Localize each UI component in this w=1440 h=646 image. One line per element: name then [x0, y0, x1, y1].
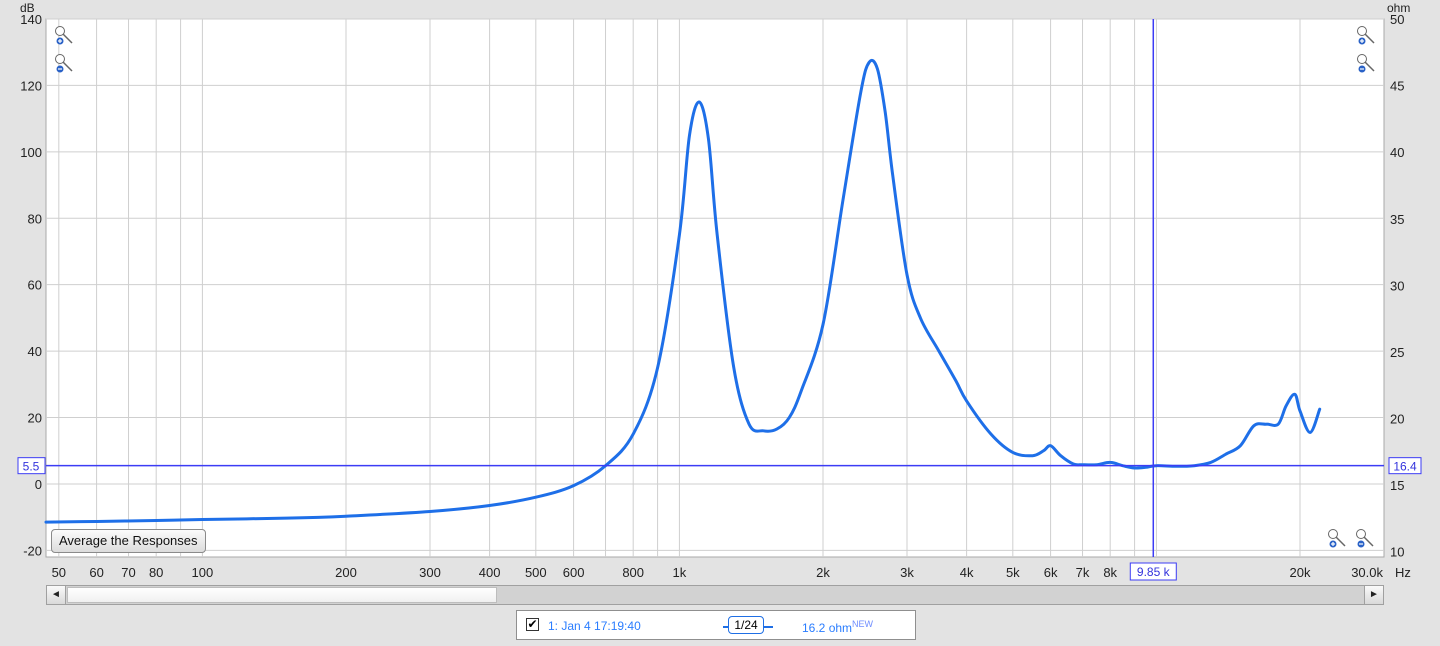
- cursor-x-label: 9.85 k: [1137, 565, 1171, 579]
- x-tick-label: 600: [563, 565, 585, 580]
- x-tick-label: 60: [89, 565, 103, 580]
- x-tick-label: 2k: [816, 565, 830, 580]
- x-tick-label: 20k: [1290, 565, 1311, 580]
- cursor-right-label: 16.4: [1393, 460, 1417, 474]
- x-unit-label: Hz: [1395, 565, 1411, 580]
- x-tick-label: 100: [192, 565, 214, 580]
- x-tick-label: 500: [525, 565, 547, 580]
- y-tick-label: 0: [35, 477, 42, 492]
- scroll-right-arrow-icon[interactable]: ►: [1364, 586, 1383, 604]
- y2-tick-label: 30: [1390, 278, 1404, 293]
- y-tick-label: 100: [20, 145, 42, 160]
- new-badge: NEW: [852, 619, 874, 629]
- x-tick-label: 800: [622, 565, 644, 580]
- y-tick-label: 20: [28, 411, 42, 426]
- x-tick-label: 50: [52, 565, 66, 580]
- scroll-left-arrow-icon[interactable]: ◄: [47, 586, 66, 604]
- y2-tick-label: 10: [1390, 545, 1404, 560]
- legend: ✔ 1: Jan 4 17:19:40 1/24 16.2 ohmNEW: [516, 610, 916, 640]
- y-tick-label: 120: [20, 78, 42, 93]
- x-tick-label: 200: [335, 565, 357, 580]
- y-right-unit-label: ohm: [1387, 1, 1410, 15]
- x-tick-label: 1k: [673, 565, 687, 580]
- cursor-left-label: 5.5: [23, 460, 40, 474]
- measurement-name[interactable]: 1: Jan 4 17:19:40: [548, 619, 641, 633]
- y2-tick-label: 35: [1390, 212, 1404, 227]
- plot-area[interactable]: [45, 18, 1385, 558]
- x-tick-label: 30.0k: [1351, 565, 1383, 580]
- y-tick-label: 80: [28, 211, 42, 226]
- y2-tick-label: 20: [1390, 412, 1404, 427]
- x-tick-label: 8k: [1103, 565, 1117, 580]
- y-tick-label: 40: [28, 344, 42, 359]
- horizontal-scrollbar[interactable]: ◄ ►: [46, 585, 1384, 605]
- y-tick-label: -20: [23, 543, 42, 558]
- scrollbar-thumb[interactable]: [67, 587, 497, 603]
- cursor-value-readout: 16.2 ohmNEW: [802, 619, 873, 635]
- y-axis-left: 140120100806040200-20: [20, 12, 42, 558]
- y2-tick-label: 45: [1390, 79, 1404, 94]
- y-left-unit-label: dB: [20, 1, 35, 15]
- y2-tick-label: 15: [1390, 478, 1404, 493]
- x-tick-label: 80: [149, 565, 163, 580]
- chart: 140120100806040200-20 504540353025201510…: [17, 1, 1422, 581]
- x-tick-label: 3k: [900, 565, 914, 580]
- cursor-value-text: 16.2 ohm: [802, 621, 853, 635]
- x-tick-label: 400: [479, 565, 501, 580]
- average-responses-button[interactable]: Average the Responses: [51, 529, 206, 553]
- x-tick-label: 6k: [1044, 565, 1058, 580]
- smoothing-selector[interactable]: 1/24: [728, 616, 764, 634]
- y2-tick-label: 40: [1390, 145, 1404, 160]
- x-tick-label: 4k: [960, 565, 974, 580]
- y2-tick-label: 25: [1390, 345, 1404, 360]
- y-axis-right: 504540353025201510: [1390, 12, 1404, 560]
- x-axis: 50 60 70 80 100 200 300 400 500 600 800 1k 2k 3k 4k 5k 6…: [52, 565, 1384, 580]
- y-tick-label: 60: [28, 278, 42, 293]
- measurement-checkbox[interactable]: ✔: [526, 618, 539, 631]
- x-tick-label: 7k: [1076, 565, 1090, 580]
- x-tick-label: 70: [121, 565, 135, 580]
- x-tick-label: 5k: [1006, 565, 1020, 580]
- x-tick-label: 300: [419, 565, 441, 580]
